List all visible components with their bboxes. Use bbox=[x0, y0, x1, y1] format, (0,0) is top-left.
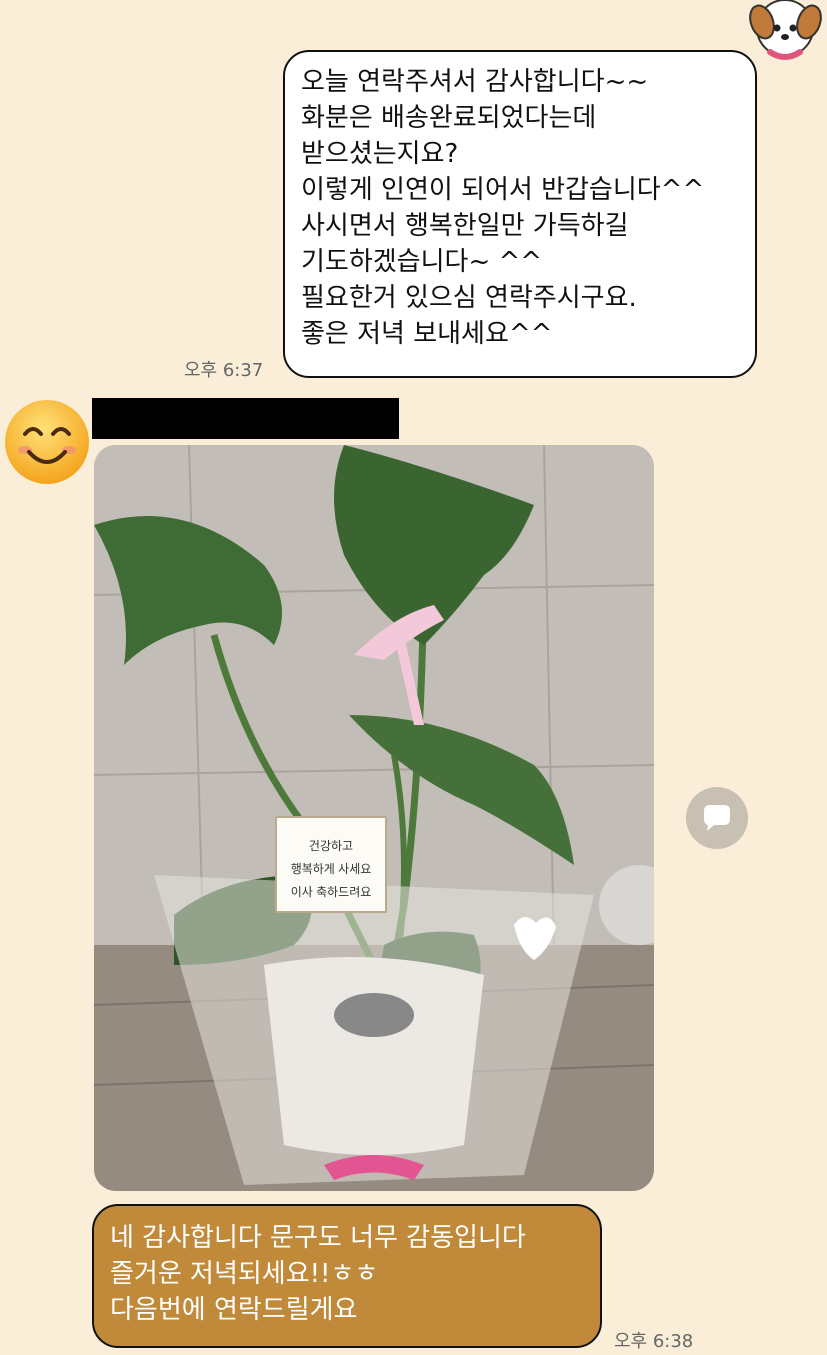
sent-message-time: 오후 6:37 bbox=[184, 360, 264, 381]
card-line-2: 행복하게 사세요 bbox=[291, 861, 372, 876]
redacted-sender-name bbox=[92, 398, 399, 439]
card-line-1: 건강하고 bbox=[309, 839, 353, 853]
card-line-3: 이사 축하드려요 bbox=[291, 885, 372, 899]
smiley-face-icon[interactable] bbox=[3, 398, 91, 486]
plant-photo[interactable]: 건강하고 행복하게 사세요 이사 축하드려요 bbox=[94, 445, 654, 1191]
share-button[interactable] bbox=[686, 787, 748, 849]
received-message-time: 오후 6:38 bbox=[614, 1331, 694, 1352]
received-message-bubble[interactable]: 네 감사합니다 문구도 너무 감동입니다 즐거운 저녁되세요!!ㅎㅎ 다음번에 … bbox=[92, 1204, 602, 1348]
dog-avatar-icon[interactable] bbox=[740, 0, 826, 66]
sent-message-bubble[interactable]: 오늘 연락주셔서 감사합니다~~ 화분은 배송완료되었다는데 받으셨는지요? 이… bbox=[283, 50, 757, 378]
